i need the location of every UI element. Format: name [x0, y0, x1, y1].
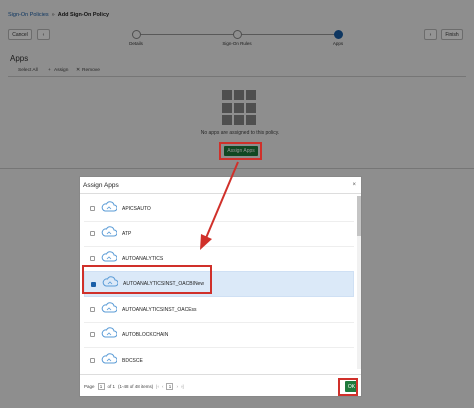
annotation-arrow	[200, 161, 239, 250]
